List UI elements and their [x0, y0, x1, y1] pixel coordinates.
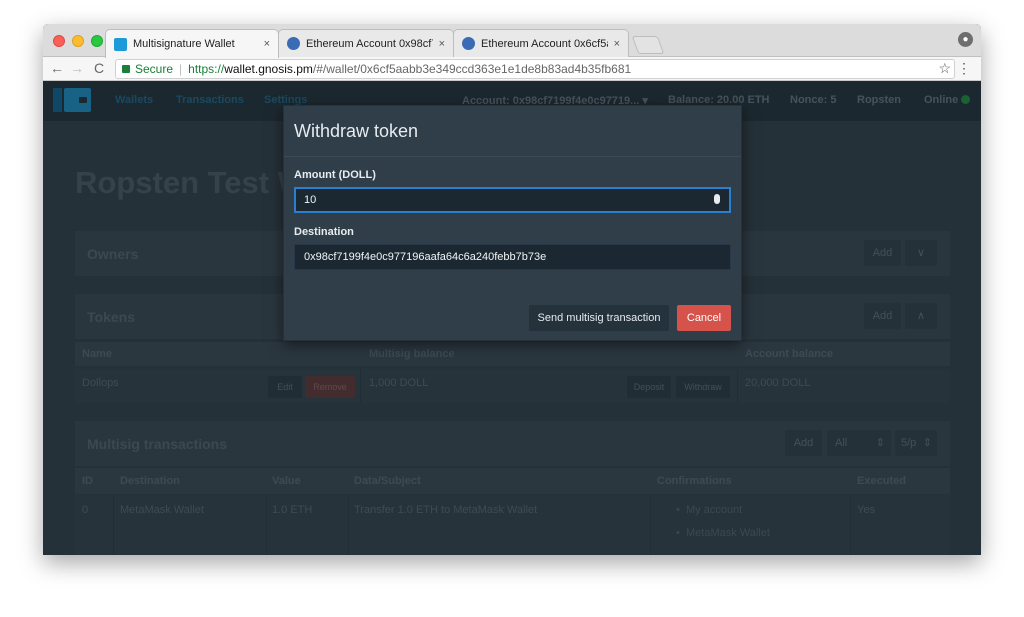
withdraw-token-dialog: Withdraw token Amount (DOLL) 10 Destinat… [283, 105, 742, 341]
amount-value: 10 [304, 194, 317, 206]
close-tab-icon[interactable]: × [264, 38, 270, 50]
wallet-favicon-icon [114, 37, 127, 51]
dialog-title: Withdraw token [294, 121, 419, 141]
bookmark-star-icon[interactable]: ☆ [938, 60, 951, 77]
maximize-window-button[interactable] [91, 35, 103, 47]
tab-title: Ethereum Account 0x6cf5aabb [481, 37, 608, 50]
number-spinner-icon[interactable] [714, 194, 720, 204]
wallet-app: Wallets Transactions Settings Account: 0… [43, 81, 981, 555]
amount-label: Amount (DOLL) [294, 169, 376, 181]
back-arrow-icon[interactable]: ← [49, 60, 65, 76]
browser-toolbar: ← → C Secure | https:// wallet.gnosis.pm… [43, 57, 981, 81]
amount-input[interactable]: 10 [294, 187, 731, 213]
destination-input[interactable]: 0x98cf7199f4e0c977196aafa64c6a240febb7b7… [294, 244, 731, 270]
url-scheme: https:// [188, 62, 225, 76]
profile-icon[interactable]: ● [958, 32, 973, 47]
tab-ethereum-account-1[interactable]: Ethereum Account 0x98cf7199 × [278, 29, 454, 57]
new-tab-button[interactable] [631, 36, 665, 54]
send-multisig-transaction-button[interactable]: Send multisig transaction [529, 305, 669, 331]
ethereum-favicon-icon [462, 37, 475, 50]
tab-multisignature-wallet[interactable]: Multisignature Wallet × [105, 29, 279, 58]
reload-icon[interactable]: C [91, 60, 107, 76]
destination-label: Destination [294, 226, 354, 238]
minimize-window-button[interactable] [72, 35, 84, 47]
secure-label: Secure [135, 62, 174, 76]
close-tab-icon[interactable]: × [614, 38, 620, 50]
tab-title: Ethereum Account 0x98cf7199 [306, 37, 433, 50]
url-separator: | [179, 62, 183, 76]
browser-window: Multisignature Wallet × Ethereum Account… [43, 24, 981, 555]
browser-menu-icon[interactable]: ⋮ [957, 60, 971, 77]
url-host: wallet.gnosis.pm [224, 62, 313, 76]
tab-ethereum-account-2[interactable]: Ethereum Account 0x6cf5aabb × [453, 29, 629, 57]
forward-arrow-icon[interactable]: → [69, 60, 85, 76]
close-window-button[interactable] [53, 35, 65, 47]
ethereum-favicon-icon [287, 37, 300, 50]
address-bar[interactable]: Secure | https:// wallet.gnosis.pm /#/wa… [115, 59, 955, 79]
cancel-button[interactable]: Cancel [677, 305, 731, 331]
url-path: /#/wallet/0x6cf5aabb3e349ccd363e1e1de8b8… [312, 62, 632, 76]
close-tab-icon[interactable]: × [439, 38, 445, 50]
tab-strip: Multisignature Wallet × Ethereum Account… [43, 24, 981, 58]
tab-title: Multisignature Wallet [133, 38, 235, 50]
lock-icon [122, 65, 130, 73]
